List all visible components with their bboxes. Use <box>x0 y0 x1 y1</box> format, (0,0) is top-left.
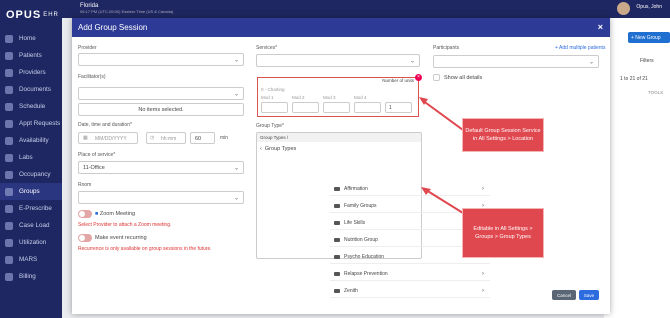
callout-arrow-two <box>425 189 464 214</box>
callout-arrows <box>419 97 464 214</box>
callout-group-types: Editable in All Settings > Groups > Grou… <box>462 208 544 258</box>
callout-arrow-one <box>421 99 464 131</box>
callout-default-service: Default Group Session Service in All Set… <box>462 118 544 152</box>
